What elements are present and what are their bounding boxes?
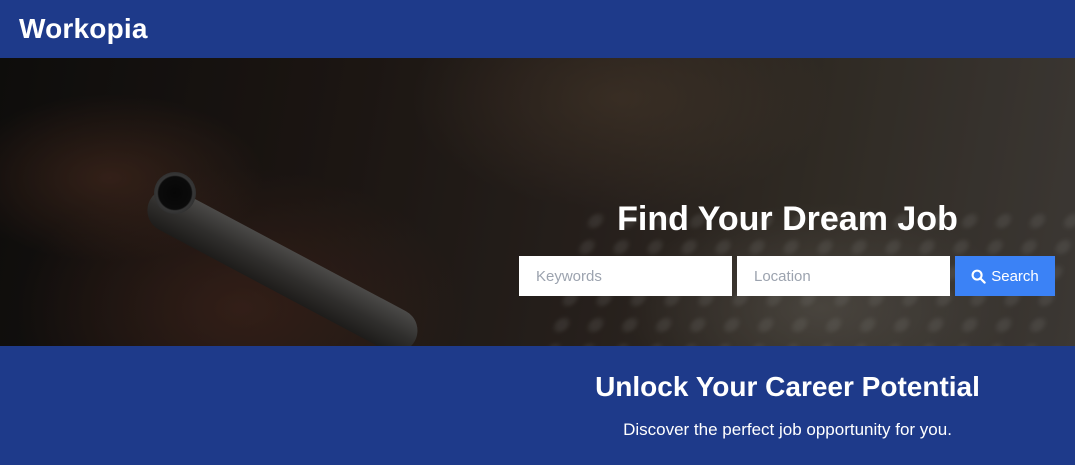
search-button[interactable]: Search <box>955 256 1055 296</box>
job-search-form: Search <box>519 256 1055 296</box>
promo-section: Unlock Your Career Potential Discover th… <box>0 346 1075 465</box>
promo-title: Unlock Your Career Potential <box>595 371 980 402</box>
hero-banner: Find Your Dream Job Search <box>0 58 1075 346</box>
hero-title: Find Your Dream Job <box>617 200 958 238</box>
search-icon <box>971 269 986 284</box>
location-input[interactable] <box>737 256 950 296</box>
top-nav-bar: Workopia <box>0 0 1075 58</box>
promo-subtitle: Discover the perfect job opportunity for… <box>623 420 952 439</box>
search-button-label: Search <box>991 267 1039 285</box>
keywords-input[interactable] <box>519 256 732 296</box>
brand-logo-link[interactable]: Workopia <box>19 13 148 45</box>
